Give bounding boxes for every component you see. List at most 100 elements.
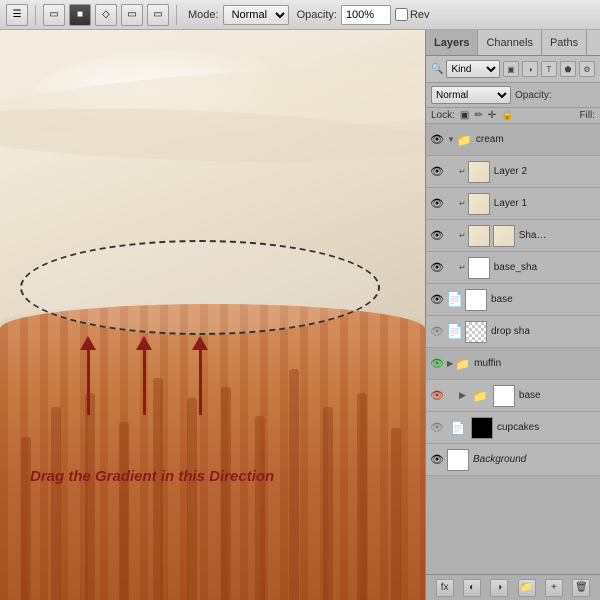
blend-opacity-row: Normal Opacity:: [426, 83, 600, 108]
muffin-base: [0, 304, 425, 600]
layer-name-base: base: [491, 294, 597, 305]
selection-oval: [20, 240, 380, 335]
layers-panel: Layers Channels Paths 🔍 Kind ▣ ◑ T ⬟ ⚙ N…: [425, 30, 600, 600]
stripe-12: [391, 428, 401, 600]
stripe-11: [357, 393, 367, 600]
rev-checkbox-label[interactable]: Rev: [395, 8, 430, 21]
lock-brush-icon[interactable]: ✏: [474, 110, 482, 121]
stripe-7: [221, 387, 231, 600]
thumb-sha-2: [493, 225, 515, 247]
layer-name-cupcakes: cupcakes: [497, 422, 597, 433]
canvas-instruction-text: Drag the Gradient in this Direction: [30, 468, 274, 485]
link-layer1: ↵: [459, 199, 466, 208]
eye-background[interactable]: 👁: [429, 452, 445, 468]
layer-name-cream: cream: [476, 134, 597, 145]
kind-select[interactable]: Kind: [446, 60, 500, 78]
thumb-muffin-base: [493, 385, 515, 407]
tool-rect3-icon[interactable]: ▭: [147, 4, 169, 26]
link-layer2: ↵: [459, 167, 466, 176]
eye-drop-sha[interactable]: 👁: [429, 324, 445, 340]
filter-adj-icon[interactable]: ◑: [522, 61, 538, 77]
layer-row-muffin-base[interactable]: 👁 ▶ 📁 base: [426, 380, 600, 412]
eye-layer2[interactable]: 👁: [429, 164, 445, 180]
filter-shape-icon[interactable]: ⬟: [560, 61, 576, 77]
tab-channels[interactable]: Channels: [478, 30, 541, 55]
thumb-base-sha: [468, 257, 490, 279]
rev-checkbox[interactable]: [395, 8, 408, 21]
layer-row-sha[interactable]: 👁 ↵ Sha…: [426, 220, 600, 252]
panel-tabs: Layers Channels Paths: [426, 30, 600, 56]
layer-list: 👁 ▼ 📁 cream 👁 ↵ Layer 2 👁 ↵ Layer 1: [426, 124, 600, 574]
eye-muffin-base[interactable]: 👁: [429, 388, 445, 404]
expand-muffin-icon[interactable]: ▶: [447, 359, 453, 368]
fx-button[interactable]: fx: [436, 579, 454, 597]
tab-paths-label: Paths: [550, 37, 578, 49]
eye-base[interactable]: 👁: [429, 292, 445, 308]
layer-row-muffin-group[interactable]: 👁 ▶ 📁 muffin: [426, 348, 600, 380]
layer-name-background: Background: [473, 454, 597, 465]
thumb-cupcakes-folder: 📄: [447, 417, 469, 439]
lock-all-icon[interactable]: 🔒: [501, 110, 513, 121]
new-layer-button[interactable]: +: [545, 579, 563, 597]
tool-rect2-icon[interactable]: ▭: [121, 4, 143, 26]
layer-row-drop-sha[interactable]: 👁 📄 drop sha: [426, 316, 600, 348]
stripe-6: [187, 398, 197, 600]
tab-paths[interactable]: Paths: [542, 30, 587, 55]
arrow-3-head: [192, 336, 208, 350]
thumb-cupcakes: [471, 417, 493, 439]
panel-search-bar: 🔍 Kind ▣ ◑ T ⬟ ⚙: [426, 56, 600, 83]
stripe-10: [323, 407, 333, 600]
separator-1: [35, 5, 36, 25]
layer-name-base-sha: base_sha: [494, 262, 597, 273]
fill-label: Fill:: [579, 110, 595, 121]
layer-row-base[interactable]: 👁 📄 base: [426, 284, 600, 316]
thumb-drop-sha: [465, 321, 487, 343]
eye-base-sha[interactable]: 👁: [429, 260, 445, 276]
mask-button[interactable]: ◐: [463, 579, 481, 597]
main-area: Drag the Gradient in this Direction Laye…: [0, 30, 600, 600]
tab-layers[interactable]: Layers: [426, 30, 478, 55]
thumb-layer2: [468, 161, 490, 183]
link-base-sha: ↵: [459, 263, 466, 272]
expand-cream-icon[interactable]: ▼: [447, 135, 455, 144]
layer-row-layer1[interactable]: 👁 ↵ Layer 1: [426, 188, 600, 220]
lock-move-icon[interactable]: ✛: [488, 110, 496, 121]
eye-cupcakes[interactable]: 👁: [429, 420, 445, 436]
layer-row-cupcakes[interactable]: 👁 📄 cupcakes: [426, 412, 600, 444]
panel-bottom-buttons: fx ◐ ◑ 📁 + 🗑: [426, 574, 600, 600]
arrow-2: [136, 336, 152, 415]
folder-cream-icon: 📁: [457, 133, 472, 147]
opacity-label: Opacity:: [297, 9, 337, 21]
opacity-input[interactable]: [341, 5, 391, 25]
eye-layer1[interactable]: 👁: [429, 196, 445, 212]
tab-layers-label: Layers: [434, 37, 469, 49]
layer-row-cream-group[interactable]: 👁 ▼ 📁 cream: [426, 124, 600, 156]
expand-muffin-base-icon[interactable]: ▶: [459, 390, 466, 401]
layer-row-base-sha[interactable]: 👁 ↵ base_sha: [426, 252, 600, 284]
blend-mode-select[interactable]: Normal: [431, 86, 511, 104]
mode-select[interactable]: Normal: [223, 5, 289, 25]
delete-layer-button[interactable]: 🗑: [572, 579, 590, 597]
layer-row-layer2[interactable]: 👁 ↵ Layer 2: [426, 156, 600, 188]
adjustment-button[interactable]: ◑: [490, 579, 508, 597]
eye-cream-group[interactable]: 👁: [429, 132, 445, 148]
lock-transparent-icon[interactable]: ▣: [460, 110, 469, 121]
eye-muffin-group[interactable]: 👁: [429, 356, 445, 372]
arrow-2-shaft: [143, 350, 146, 415]
layer-row-background[interactable]: 👁 Background: [426, 444, 600, 476]
tool-rect-icon[interactable]: ▭: [43, 4, 65, 26]
stripe-4: [119, 422, 129, 600]
tool-poly-icon[interactable]: ◇: [95, 4, 117, 26]
filter-smart-icon[interactable]: ⚙: [579, 61, 595, 77]
app-menu-icon[interactable]: ☰: [6, 4, 28, 26]
tool-overlay-icon[interactable]: ■: [69, 4, 91, 26]
opacity-label: Opacity:: [515, 90, 552, 101]
layer-name-muffin: muffin: [474, 358, 597, 369]
canvas-area[interactable]: Drag the Gradient in this Direction: [0, 30, 425, 600]
eye-sha[interactable]: 👁: [429, 228, 445, 244]
filter-pixel-icon[interactable]: ▣: [503, 61, 519, 77]
layer-name-muffin-base: base: [519, 390, 597, 401]
arrow-2-head: [136, 336, 152, 350]
filter-text-icon[interactable]: T: [541, 61, 557, 77]
group-button[interactable]: 📁: [518, 579, 536, 597]
